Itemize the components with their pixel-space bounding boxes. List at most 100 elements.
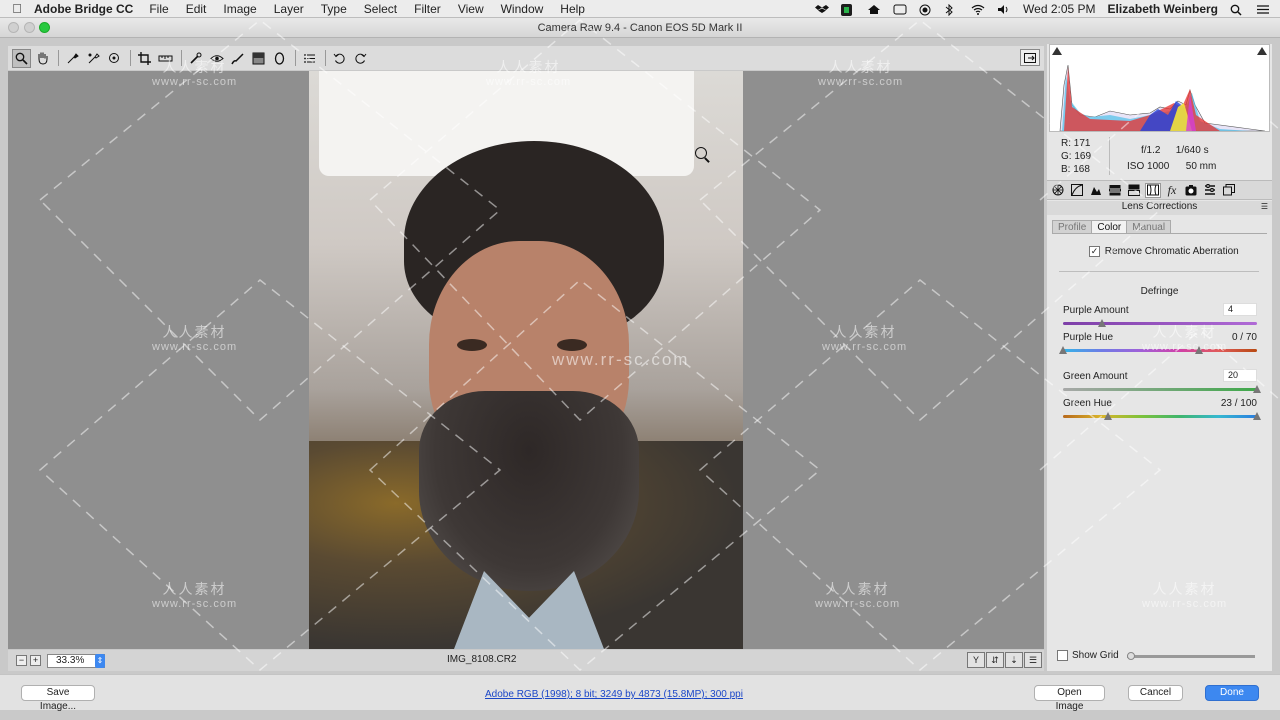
red-eye-tool-icon[interactable] [207, 49, 226, 68]
grid-size-thumb[interactable] [1127, 652, 1135, 660]
photo-preview[interactable] [309, 71, 743, 649]
evernote-icon[interactable] [841, 3, 855, 16]
cancel-button[interactable]: Cancel [1128, 685, 1183, 701]
copy-settings-icon[interactable]: ⇣ [1005, 652, 1023, 668]
menu-clock[interactable]: Wed 2:05 PM [1023, 2, 1095, 16]
tone-curve-panel-icon[interactable] [1069, 183, 1085, 198]
camera-calibration-panel-icon[interactable] [1183, 183, 1199, 198]
green-amount-input[interactable]: 20 [1223, 369, 1257, 382]
zoom-in-button[interactable]: + [30, 655, 41, 666]
straighten-tool-icon[interactable] [156, 49, 175, 68]
split-toning-panel-icon[interactable] [1126, 183, 1142, 198]
purple-amount-track[interactable] [1063, 322, 1257, 325]
menu-filter[interactable]: Filter [414, 2, 441, 16]
before-after-toggle-icon[interactable]: Y [967, 652, 985, 668]
lens-corrections-panel-icon[interactable] [1145, 182, 1161, 198]
preferences-tool-icon[interactable] [300, 49, 319, 68]
effects-panel-icon[interactable]: fx [1164, 183, 1180, 198]
volume-icon[interactable] [997, 4, 1011, 15]
zoom-out-button[interactable]: − [16, 655, 27, 666]
shadow-clipping-warning-icon[interactable] [1052, 47, 1062, 55]
record-icon[interactable] [919, 4, 933, 15]
purple-amount-input[interactable]: 4 [1223, 303, 1257, 316]
adjustment-brush-tool-icon[interactable] [228, 49, 247, 68]
detail-panel-icon[interactable] [1088, 183, 1104, 198]
image-preview-area[interactable] [8, 71, 1044, 649]
bluetooth-icon[interactable] [945, 3, 959, 16]
subtab-manual[interactable]: Manual [1126, 220, 1172, 234]
purple-amount-thumb[interactable] [1097, 319, 1106, 327]
pixel-readout: R: 171 G: 169 B: 168 f/1.2 1/640 s ISO 1… [1047, 134, 1272, 178]
snapshots-panel-icon[interactable] [1221, 183, 1237, 198]
white-balance-tool-icon[interactable] [63, 49, 82, 68]
screenshot-icon[interactable] [893, 4, 907, 15]
menu-select[interactable]: Select [364, 2, 397, 16]
grid-size-slider[interactable] [1127, 652, 1255, 660]
menu-help[interactable]: Help [560, 2, 585, 16]
window-title: Camera Raw 9.4 - Canon EOS 5D Mark II [537, 21, 743, 34]
spotlight-search-icon[interactable] [1230, 4, 1244, 16]
app-name-menu[interactable]: Adobe Bridge CC [34, 2, 133, 16]
menu-user[interactable]: Elizabeth Weinberg [1108, 2, 1218, 16]
zoom-stepper-icon[interactable]: ⇕ [95, 653, 105, 668]
subtab-profile[interactable]: Profile [1052, 220, 1093, 234]
close-window-button[interactable] [8, 22, 19, 33]
open-image-button[interactable]: Open Image [1034, 685, 1105, 712]
show-grid-checkbox[interactable] [1057, 650, 1068, 661]
green-hue-high-thumb[interactable] [1253, 412, 1261, 420]
preview-preferences-icon[interactable]: ☰ [1024, 652, 1042, 668]
basic-panel-icon[interactable] [1050, 183, 1066, 198]
purple-hue-high-thumb[interactable] [1194, 346, 1203, 354]
graduated-filter-tool-icon[interactable] [249, 49, 268, 68]
spot-removal-tool-icon[interactable] [186, 49, 205, 68]
hsl-panel-icon[interactable] [1107, 183, 1123, 198]
menu-layer[interactable]: Layer [274, 2, 304, 16]
notification-center-icon[interactable] [1256, 4, 1270, 15]
color-sampler-tool-icon[interactable] [84, 49, 103, 68]
toolbar-divider [325, 50, 326, 66]
zoom-tool-icon[interactable] [12, 48, 31, 68]
rotate-ccw-tool-icon[interactable] [330, 49, 349, 68]
highlight-clipping-warning-icon[interactable] [1257, 47, 1267, 55]
exif-iso: ISO 1000 [1127, 161, 1170, 172]
done-button[interactable]: Done [1205, 685, 1259, 701]
purple-hue-track[interactable] [1063, 349, 1257, 352]
radial-filter-tool-icon[interactable] [270, 49, 289, 68]
purple-hue-low-thumb[interactable] [1059, 346, 1067, 354]
rotate-cw-tool-icon[interactable] [351, 49, 370, 68]
menu-view[interactable]: View [458, 2, 484, 16]
zoom-level-select[interactable]: 33.3% ⇕ [47, 653, 105, 668]
green-hue-low-thumb[interactable] [1103, 412, 1112, 420]
remove-chromatic-aberration-option[interactable]: ✓ Remove Chromatic Aberration [1089, 246, 1239, 257]
green-hue-track[interactable] [1063, 415, 1257, 418]
menu-file[interactable]: File [149, 2, 168, 16]
menu-type[interactable]: Type [321, 2, 347, 16]
green-amount-track[interactable] [1063, 388, 1257, 391]
menu-window[interactable]: Window [501, 2, 544, 16]
green-amount-slider-row: Green Amount 20 [1063, 369, 1261, 401]
hand-tool-icon[interactable] [33, 49, 52, 68]
histogram-graph [1059, 64, 1266, 132]
green-hue-label: Green Hue [1063, 398, 1112, 409]
readout-g: G: 169 [1061, 151, 1092, 162]
minimize-window-button[interactable] [24, 22, 35, 33]
apple-menu-icon[interactable]:  [0, 1, 34, 16]
remove-chromatic-aberration-checkbox[interactable]: ✓ [1089, 246, 1100, 257]
adjustment-panel: R: 171 G: 169 B: 168 f/1.2 1/640 s ISO 1… [1047, 44, 1272, 671]
purple-amount-label: Purple Amount [1063, 305, 1129, 316]
subtab-color[interactable]: Color [1091, 220, 1128, 234]
menu-image[interactable]: Image [223, 2, 256, 16]
swap-before-after-icon[interactable]: ⇵ [986, 652, 1004, 668]
dropbox-icon[interactable] [815, 4, 830, 15]
presets-panel-icon[interactable] [1202, 183, 1218, 198]
zoom-window-button[interactable] [39, 22, 50, 33]
menu-edit[interactable]: Edit [186, 2, 207, 16]
crop-tool-icon[interactable] [135, 49, 154, 68]
toggle-fullscreen-icon[interactable] [1020, 49, 1040, 66]
panel-menu-icon[interactable]: ☰ [1261, 202, 1268, 211]
show-grid-option[interactable]: Show Grid [1057, 650, 1119, 661]
home-icon[interactable] [867, 4, 881, 15]
targeted-adjustment-tool-icon[interactable] [105, 49, 124, 68]
wifi-icon[interactable] [971, 4, 985, 15]
green-amount-thumb[interactable] [1253, 385, 1261, 393]
